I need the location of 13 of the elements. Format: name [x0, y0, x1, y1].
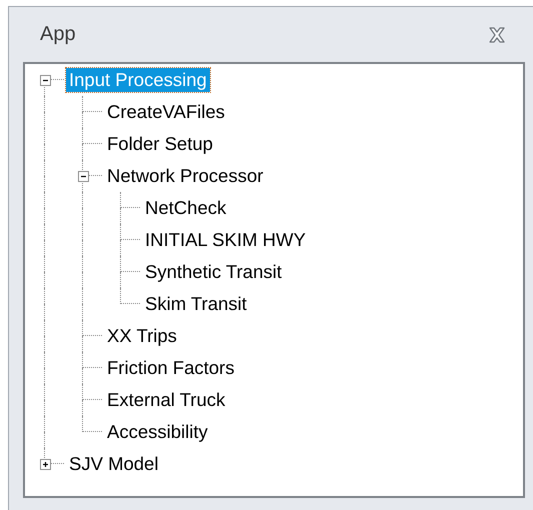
tree-item[interactable]: CreateVAFiles — [104, 100, 228, 124]
tree-item[interactable]: Friction Factors — [104, 356, 238, 380]
tree-item[interactable]: Network Processor — [104, 164, 266, 188]
tree-item[interactable]: Folder Setup — [104, 132, 216, 156]
tree-item[interactable]: External Truck — [104, 388, 228, 412]
panel-title: App — [40, 23, 76, 46]
tree-item[interactable]: Skim Transit — [142, 292, 250, 316]
tree-item[interactable]: Synthetic Transit — [142, 260, 285, 284]
tree-item[interactable]: Accessibility — [104, 420, 211, 444]
tree-item[interactable]: XX Trips — [104, 324, 180, 348]
tree-item[interactable]: INITIAL SKIM HWY — [142, 228, 309, 252]
tree-item[interactable]: NetCheck — [142, 196, 230, 220]
tree-item[interactable]: SJV Model — [66, 452, 162, 476]
